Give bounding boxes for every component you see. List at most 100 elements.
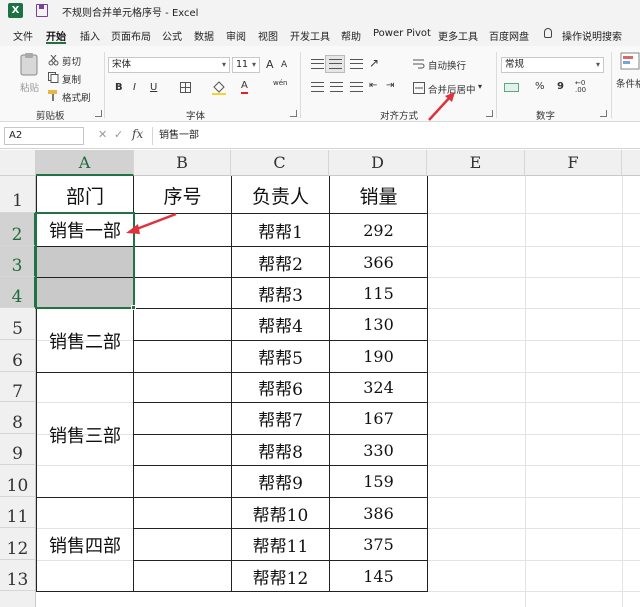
conditional-format-icon[interactable] xyxy=(620,52,640,72)
cell-department-3[interactable]: 销售三部 xyxy=(37,373,133,497)
column-header-f[interactable]: F xyxy=(525,150,622,176)
align-left-icon[interactable] xyxy=(311,82,324,92)
row-header-4[interactable]: 4 xyxy=(0,277,36,308)
row-header-7[interactable]: 7 xyxy=(0,372,36,402)
alignment-launcher-icon[interactable] xyxy=(486,110,493,117)
cell-sales[interactable]: 190 xyxy=(330,341,427,372)
paste-icon[interactable] xyxy=(18,52,42,78)
font-launcher-icon[interactable] xyxy=(290,110,297,117)
insert-function-icon[interactable]: fx xyxy=(132,127,143,141)
font-name-select[interactable]: 宋体 ▾ xyxy=(108,57,230,73)
tab-review[interactable]: 审阅 xyxy=(226,28,246,43)
cell-owner[interactable]: 帮帮5 xyxy=(232,341,329,372)
column-header-g[interactable] xyxy=(622,150,640,176)
column-header-c[interactable]: C xyxy=(231,150,329,176)
copy-button[interactable]: 复制 xyxy=(62,72,81,86)
outdent-icon[interactable]: ⇥ xyxy=(386,80,394,91)
save-icon[interactable] xyxy=(36,4,48,17)
phonetic-guide-icon[interactable]: wén xyxy=(273,79,287,87)
row-header-5[interactable]: 5 xyxy=(0,308,36,340)
tab-page-layout[interactable]: 页面布局 xyxy=(111,28,151,43)
italic-button[interactable]: I xyxy=(133,82,136,93)
cell-sales[interactable]: 130 xyxy=(330,309,427,340)
header-department[interactable]: 部门 xyxy=(37,177,133,213)
cell-owner[interactable]: 帮帮7 xyxy=(232,403,329,434)
row-header-9[interactable]: 9 xyxy=(0,434,36,465)
fill-color-icon[interactable] xyxy=(212,81,226,95)
borders-icon[interactable] xyxy=(180,82,192,94)
row-header-10[interactable]: 10 xyxy=(0,465,36,497)
row-header-12[interactable]: 12 xyxy=(0,528,36,560)
number-format-select[interactable]: 常规 ▾ xyxy=(501,57,604,73)
cell-department-4[interactable]: 销售四部 xyxy=(37,498,133,591)
cell-owner[interactable]: 帮帮8 xyxy=(232,435,329,465)
cell-owner[interactable]: 帮帮2 xyxy=(232,247,329,277)
row-header-11[interactable]: 11 xyxy=(0,497,36,528)
row-header-14[interactable] xyxy=(0,591,36,607)
column-header-e[interactable]: E xyxy=(427,150,525,176)
cell-sales[interactable]: 167 xyxy=(330,403,427,434)
row-header-1[interactable]: 1 xyxy=(0,176,36,213)
cell-sales[interactable]: 145 xyxy=(330,561,427,591)
cell-owner[interactable]: 帮帮11 xyxy=(232,529,329,560)
column-header-d[interactable]: D xyxy=(329,150,427,176)
chevron-down-icon[interactable]: ▾ xyxy=(478,82,482,91)
select-all-corner[interactable] xyxy=(0,150,36,176)
name-box[interactable]: A2 xyxy=(4,127,84,145)
header-sales[interactable]: 销量 xyxy=(330,177,427,213)
row-header-8[interactable]: 8 xyxy=(0,402,36,434)
wrap-text-button[interactable]: 自动换行 xyxy=(428,58,466,72)
font-color-button[interactable]: A xyxy=(241,80,248,94)
conditional-format-button[interactable]: 条件格 xyxy=(616,76,640,90)
cell-owner[interactable]: 帮帮4 xyxy=(232,309,329,340)
cell-sales[interactable]: 292 xyxy=(330,214,427,246)
format-painter-button[interactable]: 格式刷 xyxy=(62,90,91,104)
cut-button[interactable]: 剪切 xyxy=(62,54,81,68)
enter-icon[interactable]: ✓ xyxy=(114,128,123,141)
cell-sales[interactable]: 375 xyxy=(330,529,427,560)
align-center-icon[interactable] xyxy=(330,82,343,92)
tab-power-pivot[interactable]: Power Pivot xyxy=(373,28,431,39)
row-header-6[interactable]: 6 xyxy=(0,340,36,372)
tab-insert[interactable]: 插入 xyxy=(80,28,100,43)
increase-decimal-icon[interactable]: ←0.00 xyxy=(575,80,586,94)
number-launcher-icon[interactable] xyxy=(600,110,607,117)
clipboard-launcher-icon[interactable] xyxy=(95,110,102,117)
tab-home[interactable]: 开始 xyxy=(46,28,66,43)
tab-more-tools[interactable]: 更多工具 xyxy=(438,28,478,43)
orientation-icon[interactable]: ↗ xyxy=(369,56,379,70)
grow-font-icon[interactable]: A xyxy=(266,58,274,71)
shrink-font-icon[interactable]: A xyxy=(281,60,287,70)
row-header-3[interactable]: 3 xyxy=(0,246,36,277)
cell-sales[interactable]: 366 xyxy=(330,247,427,277)
bold-button[interactable]: B xyxy=(115,82,123,93)
cell-sales[interactable]: 386 xyxy=(330,498,427,528)
align-right-icon[interactable] xyxy=(350,82,363,92)
header-owner[interactable]: 负责人 xyxy=(232,177,329,213)
tab-view[interactable]: 视图 xyxy=(258,28,278,43)
cell-sales[interactable]: 324 xyxy=(330,373,427,402)
indent-icon[interactable]: ⇤ xyxy=(369,80,377,91)
percent-button[interactable]: % xyxy=(535,81,545,92)
worksheet-grid[interactable]: A B C D E F 1 2 3 4 5 6 7 8 9 10 11 12 1… xyxy=(0,150,640,607)
cell-owner[interactable]: 帮帮10 xyxy=(232,498,329,528)
font-size-select[interactable]: 11 ▾ xyxy=(232,57,260,73)
cell-owner[interactable]: 帮帮3 xyxy=(232,278,329,308)
cancel-icon[interactable]: ✕ xyxy=(98,128,107,141)
cell-sales[interactable]: 159 xyxy=(330,466,427,497)
tab-baidu-netdisk[interactable]: 百度网盘 xyxy=(489,28,529,43)
tab-help[interactable]: 帮助 xyxy=(341,28,361,43)
paste-button[interactable]: 粘贴 xyxy=(20,80,39,94)
column-header-a[interactable]: A xyxy=(36,150,134,176)
accounting-format-icon[interactable] xyxy=(504,81,520,93)
underline-button[interactable]: U xyxy=(150,82,157,93)
cell-owner[interactable]: 帮帮6 xyxy=(232,373,329,402)
tab-formulas[interactable]: 公式 xyxy=(162,28,182,43)
align-bottom-icon[interactable] xyxy=(350,59,363,69)
formula-input[interactable]: 销售一部 xyxy=(152,127,638,145)
align-top-icon[interactable] xyxy=(311,59,324,69)
header-serial-number[interactable]: 序号 xyxy=(134,177,231,213)
row-header-13[interactable]: 13 xyxy=(0,560,36,591)
column-header-b[interactable]: B xyxy=(134,150,231,176)
tell-me-search[interactable]: 操作说明搜索 xyxy=(562,28,622,43)
